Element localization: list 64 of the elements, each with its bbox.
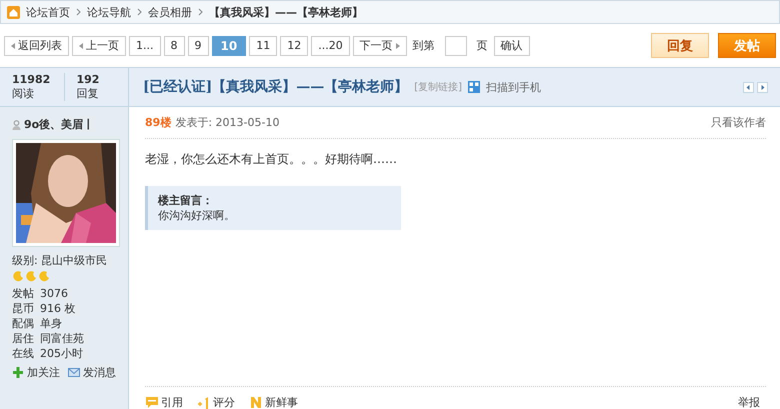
page-button[interactable]: 12 <box>280 36 308 56</box>
stat-value: 11982 <box>12 73 52 87</box>
floor-number: 89楼 <box>145 115 172 130</box>
previous-page-button[interactable]: 上一页 <box>72 36 126 56</box>
profile-label: 居住 <box>12 331 35 346</box>
profile-value: 同富佳苑 <box>40 331 84 346</box>
page-button[interactable]: 8 <box>164 36 184 56</box>
page-button[interactable]: ...20 <box>311 36 350 56</box>
page-button[interactable]: 9 <box>188 36 208 56</box>
post-action-link[interactable]: 评分 <box>213 394 235 409</box>
breadcrumb-link[interactable]: 会员相册 <box>148 4 192 20</box>
moon-icon <box>12 270 24 282</box>
back-to-list-button[interactable]: 返回列表 <box>4 36 69 56</box>
breadcrumb-link[interactable]: 【真我风采】——【亭林老师】 <box>209 4 363 20</box>
thread-title: [已经认证]【真我风采】——【亭林老师】 <box>143 78 408 96</box>
right-triangle-icon <box>396 42 400 48</box>
reply-button[interactable]: 回复 <box>651 33 709 58</box>
confirm-button[interactable]: 确认 <box>494 36 530 56</box>
profile-label: 在线 <box>12 346 35 361</box>
home-icon[interactable] <box>7 6 20 18</box>
post-action-link[interactable]: 引用 <box>161 394 183 409</box>
note-title: 楼主留言： <box>158 193 214 208</box>
post-action-link[interactable]: 新鲜事 <box>265 394 298 409</box>
username[interactable]: 9o後、美眉丨 <box>24 117 94 132</box>
report-link[interactable]: 举报 <box>738 394 760 409</box>
left-triangle-icon <box>79 42 83 48</box>
page-button[interactable]: 1... <box>129 36 160 56</box>
note-text: 你沟沟好深啊。 <box>158 209 235 222</box>
profile-value: 3076 <box>40 286 68 301</box>
send-message-link[interactable]: 发消息 <box>83 365 116 380</box>
page-unit-label: 页 <box>476 38 488 53</box>
profile-value: 205小时 <box>40 346 83 361</box>
profile-value: 单身 <box>40 316 62 331</box>
follow-link[interactable]: 加关注 <box>27 365 60 380</box>
envelope-icon[interactable] <box>68 367 80 378</box>
left-triangle-icon <box>11 42 15 48</box>
page-number-field[interactable] <box>444 36 467 56</box>
chevron-icon <box>76 8 81 16</box>
plus-one-icon <box>197 396 211 408</box>
breadcrumb-link[interactable]: 论坛首页 <box>26 4 70 20</box>
author-only-link[interactable]: 只看该作者 <box>711 115 766 130</box>
moon-icon <box>25 270 37 282</box>
scan-to-phone-link[interactable]: 扫描到手机 <box>486 80 542 94</box>
next-page-button[interactable]: 下一页 <box>352 36 407 56</box>
chevron-icon <box>137 8 142 16</box>
chevron-icon <box>198 8 203 16</box>
qr-code-icon[interactable] <box>468 81 480 93</box>
n-icon <box>249 396 263 408</box>
profile-label: 昆币 <box>12 301 35 316</box>
stat-value: 192 <box>76 73 100 87</box>
profile-label: 配偶 <box>12 316 35 331</box>
user-level: 级别: 昆山中级市民 <box>12 253 108 268</box>
breadcrumb-link[interactable]: 论坛导航 <box>87 4 131 20</box>
page-button[interactable]: 11 <box>249 36 278 56</box>
post-date: 发表于: 2013-05-10 <box>175 115 280 130</box>
plus-icon[interactable] <box>12 367 24 378</box>
post-text: 老湿，你怎么还木有上首页。。。好期待啊…… <box>145 151 398 168</box>
profile-label: 发帖 <box>12 286 35 301</box>
profile-value: 916 枚 <box>40 301 76 316</box>
goto-label: 到第 <box>412 38 435 53</box>
stat-label: 回复 <box>76 87 98 100</box>
person-icon <box>12 120 21 130</box>
moon-icon <box>38 270 50 282</box>
stat-label: 阅读 <box>12 87 34 100</box>
